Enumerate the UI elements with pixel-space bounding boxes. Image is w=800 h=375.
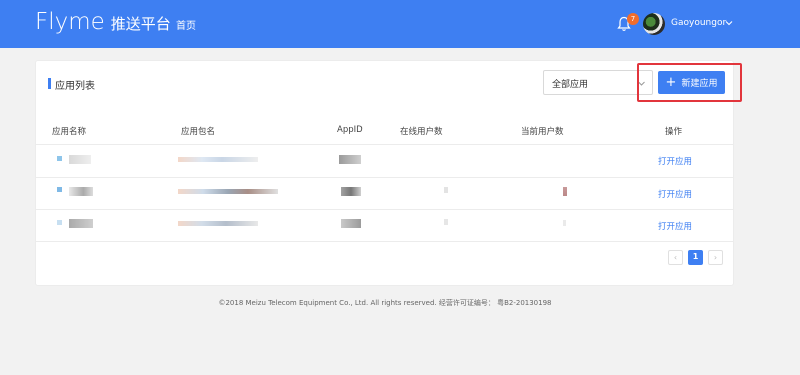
pagination-prev-button[interactable]: ‹: [668, 250, 683, 265]
plus-icon: +: [665, 74, 677, 90]
redacted-app-icon: [57, 187, 62, 192]
column-header-package-name: 应用包名: [181, 127, 216, 137]
username[interactable]: Gaoyoungor: [671, 18, 726, 28]
open-app-link[interactable]: 打开应用: [658, 220, 692, 232]
top-navbar: Flyme 推送平台 首页 7 Gaoyoungor: [0, 0, 800, 48]
pagination-next-button[interactable]: ›: [708, 250, 723, 265]
redacted-current-users: [563, 187, 567, 196]
logo-subtitle: 推送平台: [110, 15, 171, 33]
app-list-card: 应用列表 全部应用 + 新建应用 应用名称 应用包名 AppID 在线用户数 当…: [35, 60, 742, 286]
redacted-app-icon: [57, 156, 62, 161]
column-header-online-users: 在线用户数: [400, 127, 443, 137]
open-app-link[interactable]: 打开应用: [658, 188, 692, 200]
redacted-current-users: [563, 220, 566, 226]
redacted-package-name: [178, 189, 278, 194]
redacted-app-name: [69, 155, 91, 164]
card-title: 应用列表: [55, 81, 95, 92]
column-header-actions: 操作: [665, 127, 683, 137]
notification-badge: 7: [627, 13, 639, 25]
footer-copyright: ©2018 Meizu Telecom Equipment Co., Ltd. …: [218, 299, 552, 307]
redacted-package-name: [178, 221, 258, 226]
redacted-online-users: [444, 187, 448, 193]
column-header-app-name: 应用名称: [52, 127, 87, 137]
app-filter-value: 全部应用: [552, 80, 589, 90]
chevron-down-icon[interactable]: [724, 18, 734, 28]
row-divider: [36, 177, 733, 178]
new-app-button-label: 新建应用: [681, 79, 718, 89]
pagination-page-1[interactable]: 1: [688, 250, 703, 265]
row-divider: [36, 209, 733, 210]
new-app-button[interactable]: + 新建应用: [658, 71, 725, 94]
flyme-logo[interactable]: Flyme 推送平台: [35, 9, 171, 35]
redacted-app-name: [69, 219, 93, 228]
title-accent-bar: [48, 78, 51, 89]
redacted-app-icon: [57, 220, 62, 225]
redacted-package-name: [178, 157, 258, 162]
column-header-current-users: 当前用户数: [521, 127, 564, 137]
redacted-online-users: [444, 219, 448, 225]
redacted-appid: [341, 219, 361, 228]
row-divider: [36, 241, 733, 242]
logo-word: Flyme: [35, 9, 105, 35]
header-divider: [36, 144, 733, 145]
open-app-link[interactable]: 打开应用: [658, 155, 692, 167]
nav-home-link[interactable]: 首页: [176, 17, 196, 32]
redacted-appid: [339, 155, 361, 164]
redacted-appid: [341, 187, 361, 196]
avatar[interactable]: [643, 13, 665, 35]
redacted-app-name: [69, 187, 93, 196]
column-header-appid: AppID: [337, 125, 363, 135]
